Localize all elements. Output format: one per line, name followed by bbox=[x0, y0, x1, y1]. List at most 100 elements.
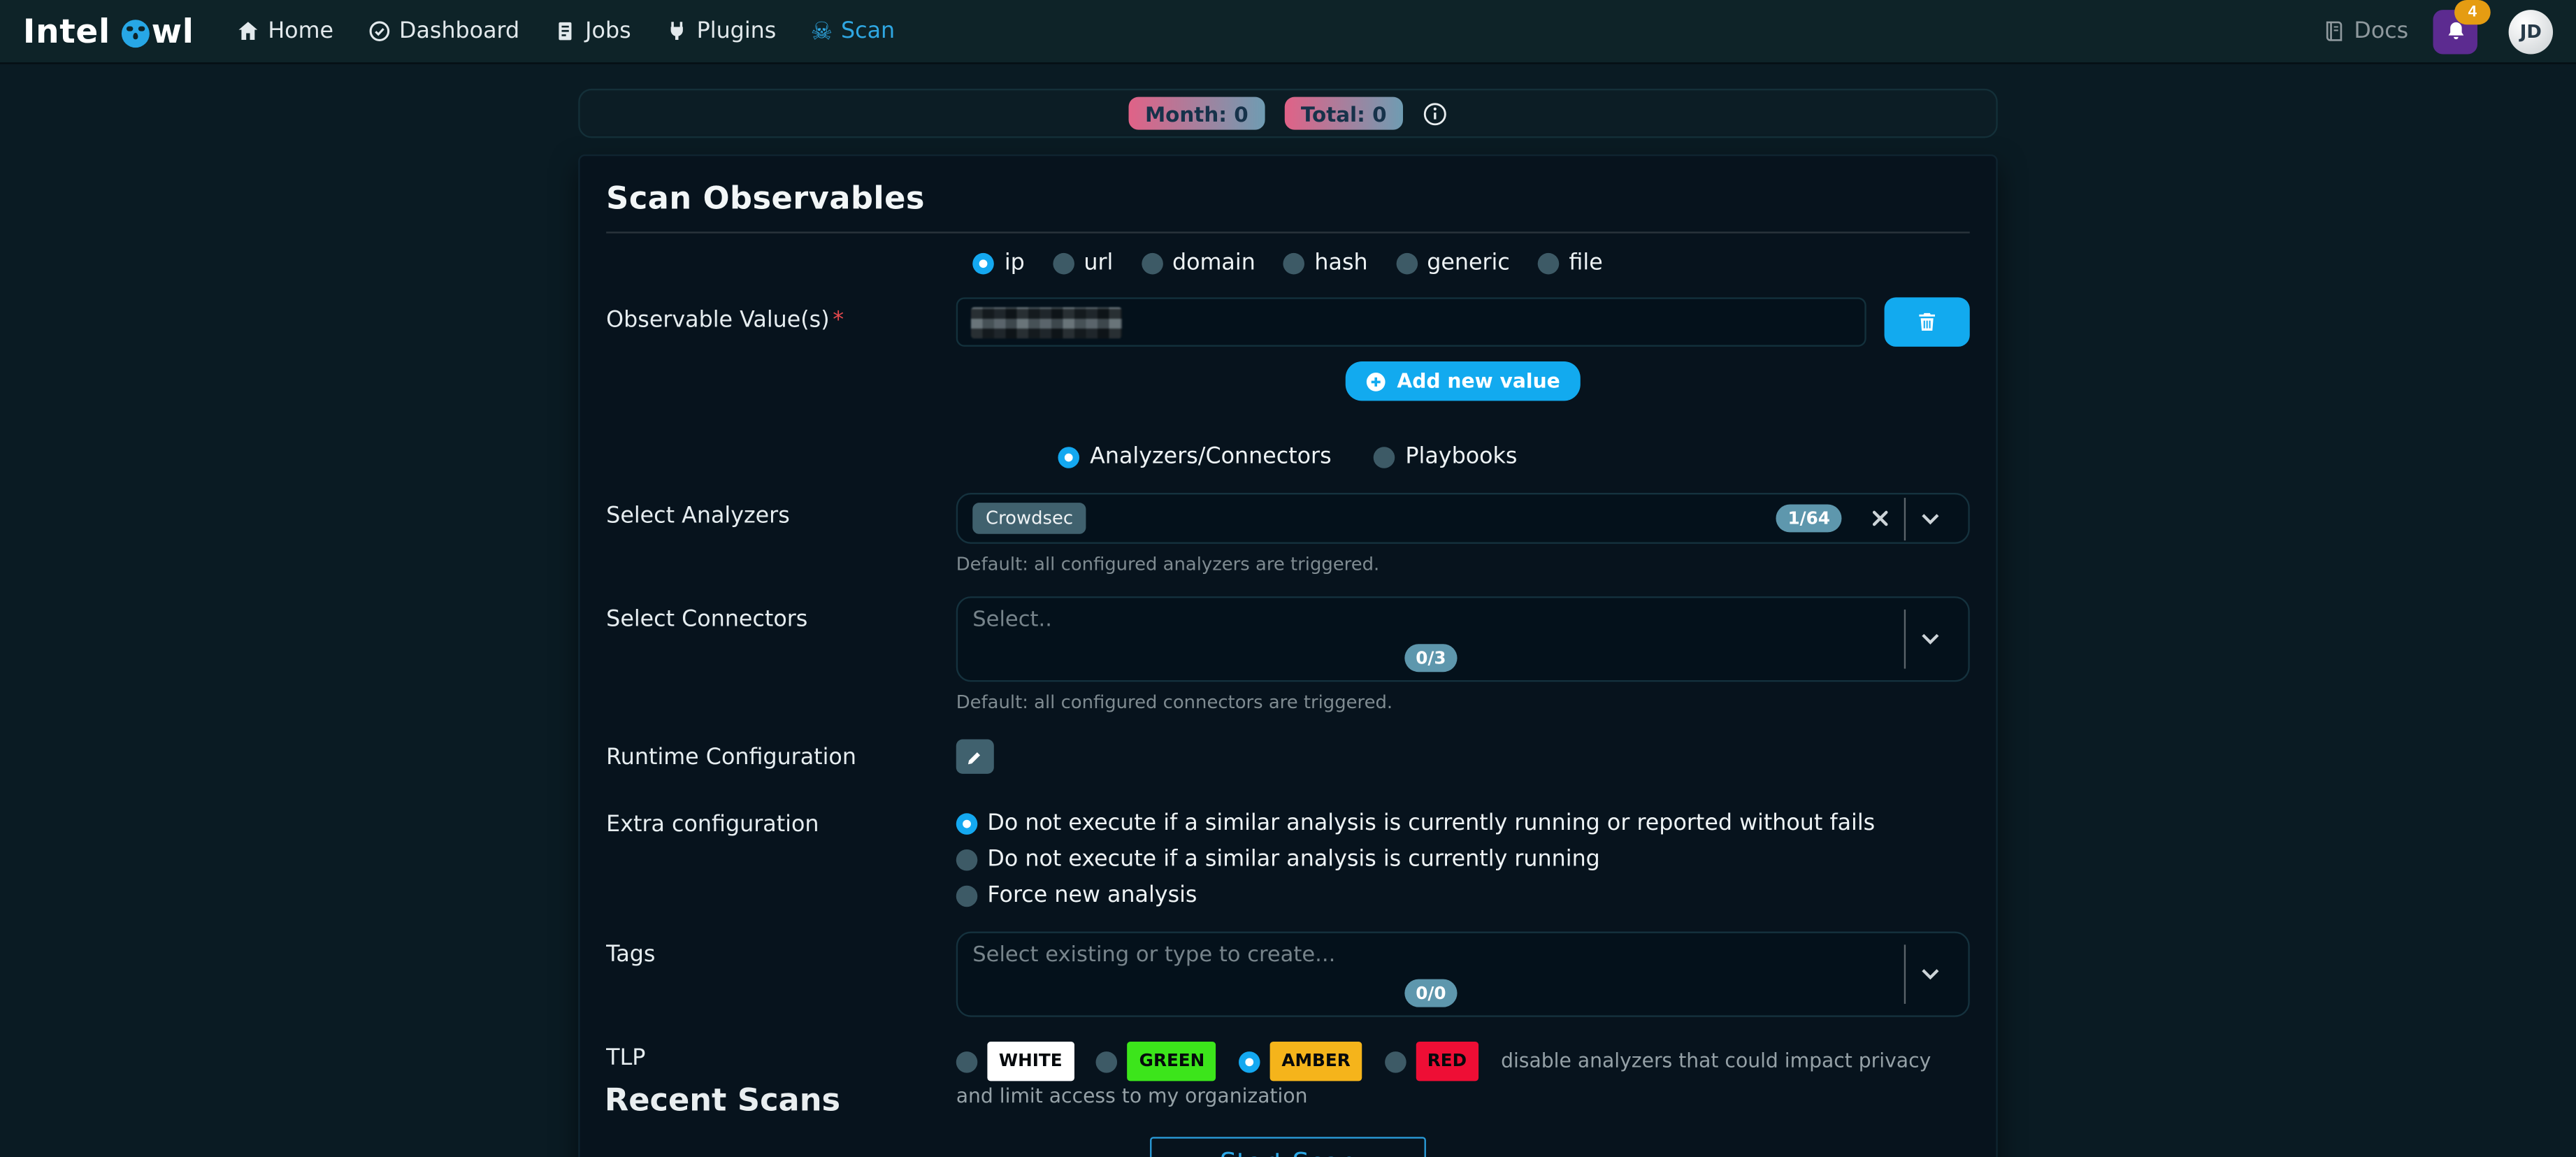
extra-option-3[interactable]: Force new analysis bbox=[956, 882, 1970, 909]
radio-tlp-red[interactable] bbox=[1385, 1051, 1406, 1072]
tlp-white-badge: WHITE bbox=[987, 1042, 1074, 1081]
type-option-domain[interactable]: domain bbox=[1141, 250, 1255, 276]
extra-configuration-label: Extra configuration bbox=[606, 802, 956, 838]
select-analyzers-row: Select Analyzers Crowdsec 1/64 Def bbox=[606, 493, 1970, 575]
tlp-option-white[interactable]: WHITE bbox=[956, 1042, 1074, 1081]
connectors-placeholder: Select.. bbox=[972, 608, 1889, 633]
user-avatar[interactable]: JD bbox=[2509, 9, 2553, 53]
pencil-icon bbox=[966, 747, 984, 766]
tlp-option-green[interactable]: GREEN bbox=[1097, 1042, 1216, 1081]
nav-item-label: Plugins bbox=[697, 18, 777, 45]
observable-type-radios: ip url domain hash generic file bbox=[606, 233, 1970, 298]
nav-item-label: Home bbox=[268, 18, 333, 45]
type-option-url[interactable]: url bbox=[1053, 250, 1114, 276]
connectors-helper-text: Default: all configured connectors are t… bbox=[956, 691, 1970, 713]
tlp-option-amber[interactable]: AMBER bbox=[1239, 1042, 1362, 1081]
mode-label: Playbooks bbox=[1405, 444, 1517, 470]
radio-extra-3[interactable] bbox=[956, 885, 978, 907]
mode-option-playbooks[interactable]: Playbooks bbox=[1374, 444, 1518, 470]
required-asterisk: * bbox=[833, 307, 844, 333]
job-stats-box: Month: 0 Total: 0 bbox=[578, 89, 1997, 138]
chevron-down-icon[interactable] bbox=[1906, 512, 1955, 525]
type-label: domain bbox=[1172, 250, 1255, 276]
intelowl-brand[interactable]: Intelwl bbox=[23, 11, 194, 50]
observable-value-input[interactable] bbox=[956, 297, 1866, 347]
tlp-option-red[interactable]: RED bbox=[1385, 1042, 1478, 1081]
tags-placeholder: Select existing or type to create... bbox=[972, 943, 1889, 968]
tags-multiselect[interactable]: Select existing or type to create... 0/0 bbox=[956, 932, 1970, 1017]
extra-option-2[interactable]: Do not execute if a similar analysis is … bbox=[956, 846, 1970, 872]
radio-ip[interactable] bbox=[973, 252, 995, 274]
analyzer-chip: Crowdsec bbox=[972, 503, 1086, 534]
tlp-green-badge: GREEN bbox=[1128, 1042, 1216, 1081]
remove-value-button[interactable] bbox=[1885, 297, 1970, 347]
nav-item-label: Scan bbox=[841, 18, 895, 45]
clear-icon[interactable] bbox=[1857, 510, 1904, 528]
radio-extra-1[interactable] bbox=[956, 812, 978, 834]
extra-option-1[interactable]: Do not execute if a similar analysis is … bbox=[956, 810, 1970, 837]
info-icon[interactable] bbox=[1423, 101, 1447, 126]
radio-generic[interactable] bbox=[1396, 252, 1418, 274]
nav-item-dashboard[interactable]: Dashboard bbox=[368, 18, 519, 45]
scan-observables-card: Scan Observables ip url domain hash gene… bbox=[578, 154, 1997, 1157]
type-label: file bbox=[1569, 250, 1602, 276]
runtime-configuration-label: Runtime Configuration bbox=[606, 740, 956, 771]
select-analyzers-label: Select Analyzers bbox=[606, 493, 956, 529]
nav-item-plugins[interactable]: Plugins bbox=[665, 18, 776, 45]
radio-tlp-white[interactable] bbox=[956, 1051, 978, 1072]
radio-hash[interactable] bbox=[1283, 252, 1305, 274]
docs-link[interactable]: Docs bbox=[2323, 18, 2408, 45]
radio-file[interactable] bbox=[1538, 252, 1560, 274]
type-option-generic[interactable]: generic bbox=[1396, 250, 1510, 276]
mode-option-analyzers-connectors[interactable]: Analyzers/Connectors bbox=[1059, 444, 1332, 470]
type-option-ip[interactable]: ip bbox=[973, 250, 1025, 276]
home-icon bbox=[237, 20, 260, 43]
radio-analyzers-connectors[interactable] bbox=[1059, 446, 1081, 468]
connectors-count-badge: 0/3 bbox=[1404, 644, 1458, 672]
navbar-right: Docs 4 JD bbox=[2323, 9, 2553, 53]
dashboard-icon bbox=[368, 20, 391, 43]
type-option-file[interactable]: file bbox=[1538, 250, 1603, 276]
radio-extra-2[interactable] bbox=[956, 849, 978, 870]
radio-url[interactable] bbox=[1053, 252, 1074, 274]
docs-book-icon bbox=[2323, 20, 2346, 43]
total-count-badge: Total: 0 bbox=[1284, 97, 1403, 130]
notification-count-badge: 4 bbox=[2454, 0, 2491, 24]
radio-playbooks[interactable] bbox=[1374, 446, 1396, 468]
radio-tlp-amber[interactable] bbox=[1239, 1051, 1260, 1072]
brand-text-left: Intel bbox=[23, 11, 110, 50]
mode-label: Analyzers/Connectors bbox=[1090, 444, 1331, 470]
extra-option-label: Force new analysis bbox=[987, 882, 1197, 909]
extra-configuration-row: Extra configuration Do not execute if a … bbox=[606, 802, 1970, 909]
edit-runtime-config-button[interactable] bbox=[956, 740, 994, 774]
plus-icon bbox=[1366, 371, 1388, 392]
plugins-icon bbox=[665, 20, 689, 43]
type-label: generic bbox=[1427, 250, 1510, 276]
extra-option-label: Do not execute if a similar analysis is … bbox=[987, 810, 1875, 837]
chevron-down-icon[interactable] bbox=[1906, 633, 1955, 646]
nav-links: Home Dashboard Jobs Plugins ☠ Scan bbox=[237, 18, 895, 45]
chevron-down-icon[interactable] bbox=[1906, 968, 1955, 981]
recent-scans-heading: Recent Scans bbox=[605, 1083, 840, 1119]
type-label: ip bbox=[1005, 250, 1025, 276]
nav-item-home[interactable]: Home bbox=[237, 18, 333, 45]
add-new-value-button[interactable]: Add new value bbox=[1346, 361, 1580, 401]
type-label: hash bbox=[1314, 250, 1367, 276]
nav-item-scan[interactable]: ☠ Scan bbox=[811, 18, 895, 45]
notifications-button[interactable]: 4 bbox=[2433, 9, 2477, 53]
radio-tlp-green[interactable] bbox=[1097, 1051, 1118, 1072]
mode-radios: Analyzers/Connectors Playbooks bbox=[606, 444, 1970, 470]
start-scan-button[interactable]: Start Scan bbox=[1151, 1137, 1425, 1157]
month-count-badge: Month: 0 bbox=[1128, 97, 1265, 130]
nav-item-jobs[interactable]: Jobs bbox=[554, 18, 631, 45]
docs-label: Docs bbox=[2354, 18, 2408, 45]
type-option-hash[interactable]: hash bbox=[1283, 250, 1368, 276]
observable-values-label: Observable Value(s)* bbox=[606, 297, 956, 333]
analyzers-multiselect[interactable]: Crowdsec 1/64 bbox=[956, 493, 1970, 544]
tags-label: Tags bbox=[606, 932, 956, 968]
extra-option-label: Do not execute if a similar analysis is … bbox=[987, 846, 1599, 872]
connectors-multiselect[interactable]: Select.. 0/3 bbox=[956, 596, 1970, 682]
radio-domain[interactable] bbox=[1141, 252, 1163, 274]
analyzers-count-badge: 1/64 bbox=[1776, 504, 1841, 532]
observable-values-row: Observable Value(s)* bbox=[606, 297, 1970, 401]
